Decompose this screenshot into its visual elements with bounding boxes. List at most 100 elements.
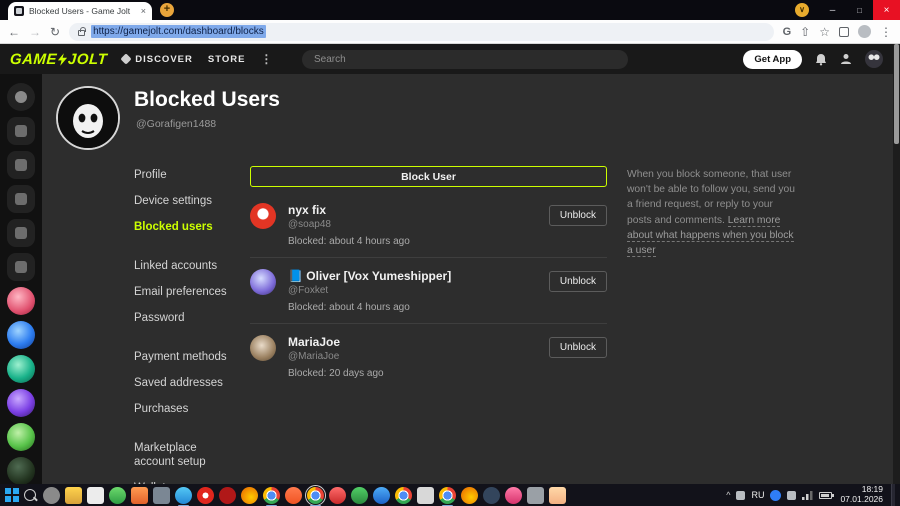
sidebar-charts-icon[interactable] xyxy=(7,253,35,281)
taskbar-app-icon[interactable] xyxy=(417,486,434,504)
sidebar-messages-icon[interactable] xyxy=(7,219,35,247)
main-content: Blocked Users @Gorafigen1488 Profile Dev… xyxy=(42,74,893,494)
unblock-button[interactable]: Unblock xyxy=(548,271,607,292)
share-icon[interactable]: ⇧ xyxy=(800,26,810,38)
taskbar-app-icon[interactable] xyxy=(241,486,258,504)
menu-item-payment-methods[interactable]: Payment methods xyxy=(134,350,236,364)
nav-store[interactable]: STORE xyxy=(208,54,246,65)
network-icon[interactable] xyxy=(802,490,814,500)
taskbar-app-icon[interactable] xyxy=(43,486,60,504)
page-scrollbar[interactable] xyxy=(893,44,900,484)
sidebar-community-avatar[interactable] xyxy=(7,287,35,315)
menu-item-password[interactable]: Password xyxy=(134,311,236,325)
taskbar-search-icon[interactable] xyxy=(24,489,36,501)
sidebar-community-avatar[interactable] xyxy=(7,321,35,349)
menu-item-profile[interactable]: Profile xyxy=(134,168,236,182)
tray-app-icon[interactable] xyxy=(787,490,797,500)
forward-icon[interactable]: → xyxy=(29,26,41,38)
sidebar-home-icon[interactable] xyxy=(7,117,35,145)
menu-item-blocked-users[interactable]: Blocked users xyxy=(134,220,236,234)
topnav-right: Get App xyxy=(743,49,883,69)
sidebar-community-avatar[interactable] xyxy=(7,355,35,383)
logo-game-text: GAME xyxy=(9,50,58,68)
google-icon[interactable]: G xyxy=(783,26,792,38)
gamejolt-logo[interactable]: GAME JOLT xyxy=(9,51,107,68)
language-indicator[interactable]: RU xyxy=(751,490,764,500)
reload-icon[interactable]: ↻ xyxy=(50,26,60,38)
menu-item-email-preferences[interactable]: Email preferences xyxy=(134,285,236,299)
taskbar-app-icon[interactable] xyxy=(527,486,544,504)
menu-item-purchases[interactable]: Purchases xyxy=(134,402,236,416)
bookmark-star-icon[interactable]: ☆ xyxy=(819,26,830,38)
taskbar-app-icon[interactable] xyxy=(87,486,104,504)
taskbar-app-icon[interactable] xyxy=(109,486,126,504)
taskbar-clock[interactable]: 18:19 07.01.2026 xyxy=(840,484,883,505)
scrollbar-thumb[interactable] xyxy=(894,44,899,144)
nav-discover[interactable]: DISCOVER xyxy=(120,53,193,65)
unblock-button[interactable]: Unblock xyxy=(548,205,607,226)
taskbar-app-icon[interactable] xyxy=(263,486,280,506)
browser-update-icon[interactable]: ∨ xyxy=(795,3,809,17)
window-close-button[interactable]: × xyxy=(873,0,900,20)
taskbar-app-icon[interactable] xyxy=(373,486,390,504)
taskbar-app-icon[interactable] xyxy=(175,486,192,506)
extensions-icon[interactable] xyxy=(839,26,849,37)
sidebar-library-icon[interactable] xyxy=(7,185,35,213)
taskbar-app-icon[interactable] xyxy=(549,486,566,504)
menu-item-saved-addresses[interactable]: Saved addresses xyxy=(134,376,236,390)
tray-expand-icon[interactable]: ^ xyxy=(726,490,730,500)
taskbar-app-icon[interactable] xyxy=(461,486,478,504)
bell-icon[interactable] xyxy=(815,53,827,66)
taskbar-app-icon[interactable] xyxy=(219,486,236,504)
friends-icon[interactable] xyxy=(840,53,852,65)
sidebar-community-avatar[interactable] xyxy=(7,423,35,451)
taskbar-app-icon[interactable] xyxy=(65,486,82,504)
battery-icon[interactable] xyxy=(819,491,835,499)
page-title: Blocked Users xyxy=(134,88,280,111)
blocked-user-avatar[interactable] xyxy=(250,203,276,229)
system-tray: ^ RU 18:19 07.01.2026 xyxy=(726,484,895,506)
taskbar-app-icon[interactable] xyxy=(505,486,522,504)
menu-item-linked-accounts[interactable]: Linked accounts xyxy=(134,259,236,273)
sidebar-store-icon[interactable] xyxy=(7,151,35,179)
address-bar[interactable]: https://gamejolt.com/dashboard/blocks xyxy=(69,22,774,41)
user-avatar[interactable] xyxy=(865,50,883,68)
blocked-user-avatar[interactable] xyxy=(250,335,276,361)
notification-badge[interactable] xyxy=(770,489,782,501)
show-desktop-strip[interactable] xyxy=(891,484,895,506)
taskbar-app-icon[interactable] xyxy=(197,486,214,504)
search-input[interactable] xyxy=(302,50,628,69)
nav-more-icon[interactable]: ⋮ xyxy=(260,52,272,66)
tab-close-icon[interactable]: × xyxy=(141,6,146,16)
sidebar-profile-icon[interactable] xyxy=(7,83,35,111)
browser-profile-avatar[interactable] xyxy=(858,25,871,38)
taskbar-app-icon[interactable] xyxy=(329,486,346,504)
blocked-user-avatar[interactable] xyxy=(250,269,276,295)
get-app-button[interactable]: Get App xyxy=(743,49,802,69)
window-maximize-button[interactable]: □ xyxy=(846,0,873,20)
sidebar-community-avatar[interactable] xyxy=(7,389,35,417)
taskbar-app-icon[interactable] xyxy=(439,486,456,506)
new-tab-button[interactable]: + xyxy=(160,3,174,17)
taskbar-app-icon[interactable] xyxy=(395,486,412,504)
window-minimize-button[interactable]: – xyxy=(819,0,846,20)
taskbar-app-icon[interactable] xyxy=(131,486,148,504)
profile-avatar[interactable] xyxy=(56,86,120,150)
taskbar-app-icon-active[interactable] xyxy=(305,484,326,506)
back-icon[interactable]: ← xyxy=(8,26,20,38)
menu-item-marketplace-account-setup[interactable]: Marketplace account setup xyxy=(134,441,236,469)
browser-titlebar: Blocked Users - Game Jolt × + ∨ – □ × xyxy=(0,0,900,20)
start-button-icon[interactable] xyxy=(5,488,19,502)
unblock-button[interactable]: Unblock xyxy=(548,337,607,358)
url-text[interactable]: https://gamejolt.com/dashboard/blocks xyxy=(91,25,266,38)
browser-tab[interactable]: Blocked Users - Game Jolt × xyxy=(8,2,152,20)
menu-item-device-settings[interactable]: Device settings xyxy=(134,194,236,208)
browser-menu-icon[interactable]: ⋮ xyxy=(880,26,892,38)
block-user-button[interactable]: Block User xyxy=(250,166,607,187)
taskbar-app-icon[interactable] xyxy=(285,486,302,504)
taskbar-app-icon[interactable] xyxy=(483,486,500,504)
tray-app-icon[interactable] xyxy=(736,490,746,500)
taskbar-app-icon[interactable] xyxy=(351,486,368,504)
taskbar-app-icon[interactable] xyxy=(153,486,170,504)
sidebar-community-avatar[interactable] xyxy=(7,457,35,485)
